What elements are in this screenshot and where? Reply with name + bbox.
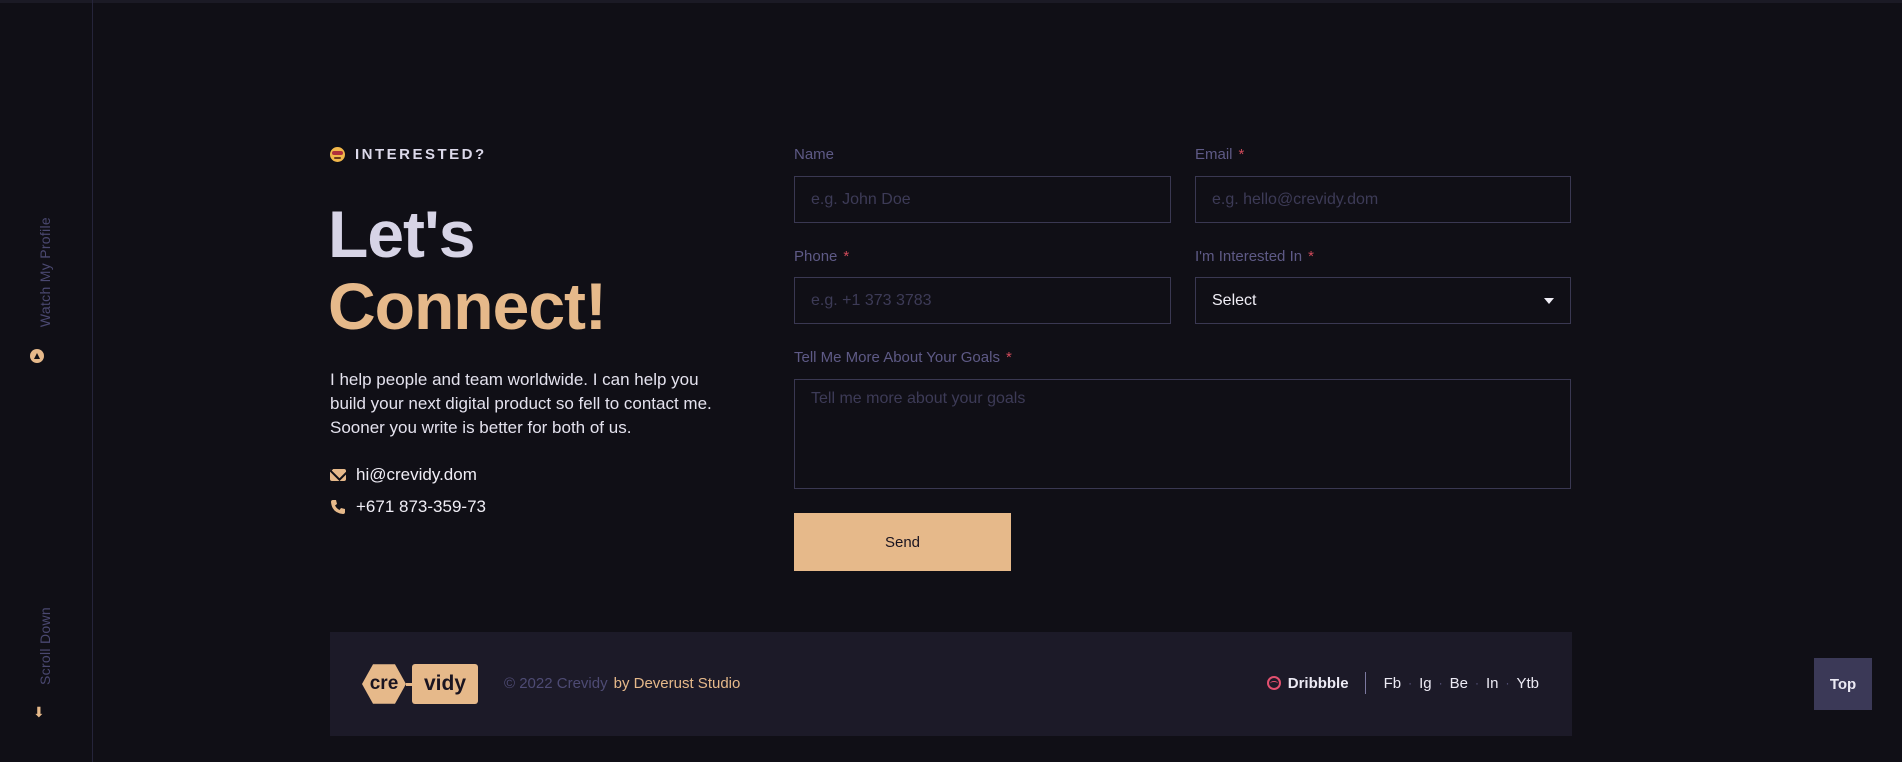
dot-separator: · bbox=[1438, 676, 1443, 690]
watch-profile-link[interactable]: Watch My Profile bbox=[37, 217, 53, 327]
star-struck-emoji-icon bbox=[330, 147, 345, 162]
social-link-be[interactable]: Be bbox=[1450, 675, 1468, 692]
dot-separator: · bbox=[1408, 676, 1413, 690]
phone-label: Phone * bbox=[794, 248, 850, 265]
copyright: © 2022 Crevidy by Deverust Studio bbox=[504, 675, 740, 692]
interest-select[interactable]: Select bbox=[1195, 277, 1571, 324]
scroll-top-button[interactable]: Top bbox=[1814, 658, 1872, 710]
eyebrow: INTERESTED? bbox=[330, 146, 487, 163]
eyebrow-text: INTERESTED? bbox=[355, 146, 487, 163]
social-link-ig[interactable]: Ig bbox=[1419, 675, 1432, 692]
logo-hex: cre bbox=[362, 664, 406, 704]
caret-down-icon bbox=[1544, 297, 1554, 304]
phone-input[interactable] bbox=[794, 277, 1171, 324]
social-link-ytb[interactable]: Ytb bbox=[1516, 675, 1539, 692]
contact-phone[interactable]: +671 873-359-73 bbox=[330, 497, 486, 517]
send-button[interactable]: Send bbox=[794, 513, 1011, 571]
copyright-text: © 2022 Crevidy bbox=[504, 675, 608, 692]
top-border bbox=[0, 0, 1902, 3]
title-line-1: Let's bbox=[328, 197, 475, 271]
logo-box: vidy bbox=[412, 664, 479, 704]
phone-icon bbox=[330, 499, 346, 515]
email-input[interactable] bbox=[1195, 176, 1571, 223]
divider bbox=[1364, 672, 1366, 694]
play-icon[interactable] bbox=[30, 349, 44, 363]
intro-text: I help people and team worldwide. I can … bbox=[330, 370, 712, 437]
dribbble-link[interactable]: Dribbble bbox=[1266, 674, 1349, 692]
studio-link[interactable]: by Deverust Studio bbox=[614, 675, 741, 692]
page-title: Let's Connect! bbox=[328, 197, 607, 343]
social-link-fb[interactable]: Fb bbox=[1384, 675, 1402, 692]
logo[interactable]: cre vidy bbox=[362, 662, 479, 706]
email-text[interactable]: hi@crevidy.dom bbox=[356, 465, 477, 485]
dribbble-icon bbox=[1266, 676, 1281, 690]
envelope-icon bbox=[330, 469, 346, 481]
phone-text[interactable]: +671 873-359-73 bbox=[356, 497, 486, 517]
dot-separator: · bbox=[1474, 676, 1479, 690]
name-label: Name bbox=[794, 146, 835, 163]
dribbble-label: Dribbble bbox=[1287, 674, 1349, 692]
arrow-down-icon[interactable]: ⬇ bbox=[33, 705, 45, 719]
scroll-down-link[interactable]: Scroll Down bbox=[37, 607, 53, 685]
social-link-in[interactable]: In bbox=[1486, 675, 1499, 692]
goals-label: Tell Me More About Your Goals * bbox=[794, 349, 1012, 366]
title-line-2: Connect! bbox=[328, 269, 607, 343]
social-links: Dribbble Fb · Ig · Be · In · Ytb bbox=[1266, 672, 1541, 694]
interest-select-value: Select bbox=[1212, 291, 1257, 309]
dot-separator: · bbox=[1505, 676, 1510, 690]
sidebar: Watch My Profile Scroll Down ⬇ bbox=[0, 0, 93, 762]
contact-email[interactable]: hi@crevidy.dom bbox=[330, 465, 477, 485]
interest-label: I'm Interested In * bbox=[1195, 248, 1314, 265]
name-input[interactable] bbox=[794, 176, 1171, 223]
goals-textarea[interactable] bbox=[794, 379, 1571, 489]
footer: cre vidy © 2022 Crevidy by Deverust Studi… bbox=[330, 632, 1572, 736]
email-label: Email * bbox=[1195, 146, 1245, 163]
